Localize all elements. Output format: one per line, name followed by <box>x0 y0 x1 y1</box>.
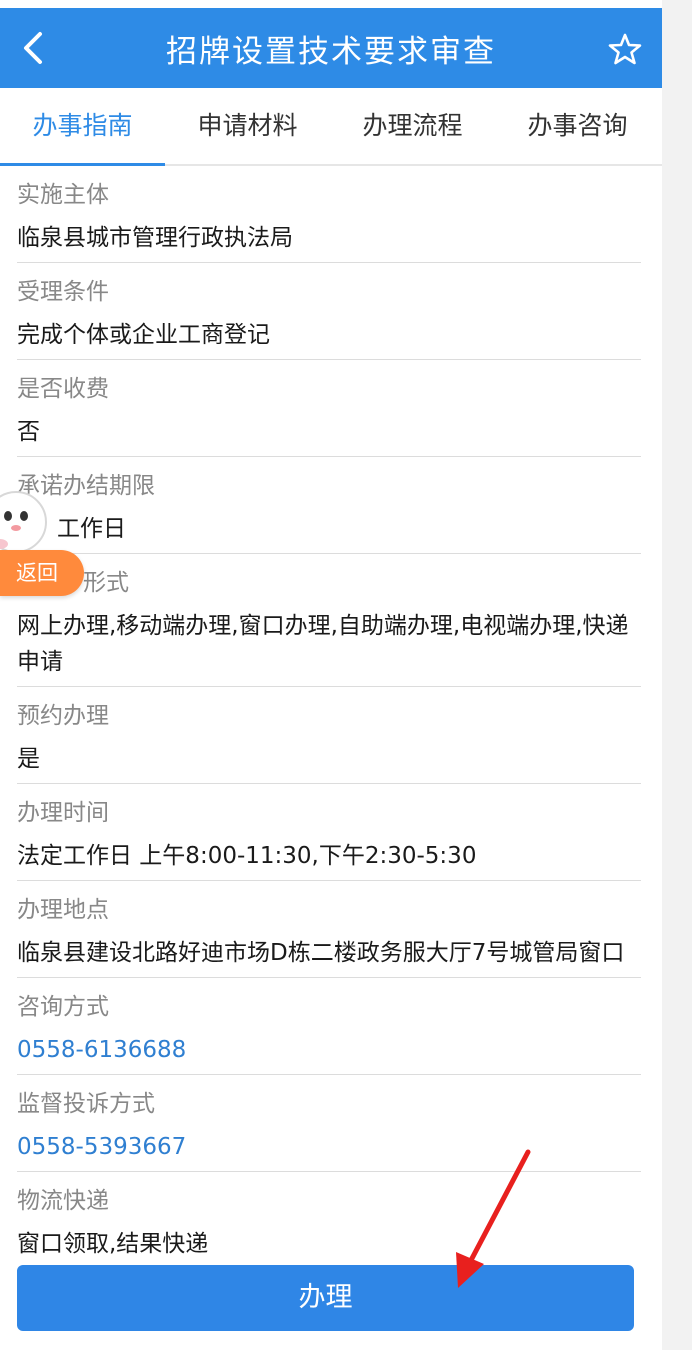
tab-materials[interactable]: 申请材料 <box>165 88 330 164</box>
tab-process[interactable]: 办理流程 <box>330 88 495 164</box>
section-value: 是 <box>17 746 40 772</box>
section-label: 物流快递 <box>17 1188 109 1214</box>
section-value: 窗口领取,结果快递 <box>17 1231 209 1257</box>
mascot-icon[interactable] <box>0 484 56 560</box>
section-value: 法定工作日 上午8:00-11:30,下午2:30-5:30 <box>17 843 477 869</box>
tab-bar: 办事指南 申请材料 办理流程 办事咨询 <box>0 88 662 166</box>
floating-back-button[interactable]: 返回 <box>0 550 84 596</box>
section-value: 网上办理,移动端办理,窗口办理,自助端办理,电视端办理,快递申请 <box>17 613 629 675</box>
section-value: 临泉县城市管理行政执法局 <box>17 225 293 251</box>
consult-phone-link[interactable]: 0558-6136688 <box>17 1032 641 1068</box>
section-value: 否 <box>17 419 40 445</box>
section-label: 咨询方式 <box>17 994 109 1020</box>
bottom-action-bar: 办理 <box>0 1258 662 1350</box>
section-value: 工作日 <box>57 516 126 542</box>
section-delivery: 物流快递 窗口领取,结果快递 <box>17 1172 641 1268</box>
section-label: 形式 <box>83 570 129 596</box>
complaint-phone-link[interactable]: 0558-5393667 <box>17 1129 641 1165</box>
section-label: 承诺办结期限 <box>17 473 155 499</box>
section-label: 办理时间 <box>17 800 109 826</box>
tab-consult[interactable]: 办事咨询 <box>495 88 660 164</box>
guide-content: 实施主体 临泉县城市管理行政执法局 受理条件 完成个体或企业工商登记 是否收费 … <box>17 166 641 1268</box>
tab-guide[interactable]: 办事指南 <box>0 88 165 166</box>
section-consult-phone: 咨询方式 0558-6136688 <box>17 978 641 1075</box>
app-screen: 招牌设置技术要求审查 办事指南 申请材料 办理流程 办事咨询 实施主体 临泉县城… <box>0 8 662 1350</box>
handle-button[interactable]: 办理 <box>17 1265 634 1331</box>
section-value: 完成个体或企业工商登记 <box>17 322 270 348</box>
section-complaint-phone: 监督投诉方式 0558-5393667 <box>17 1075 641 1172</box>
section-hours: 办理时间 法定工作日 上午8:00-11:30,下午2:30-5:30 <box>17 784 641 881</box>
section-label: 是否收费 <box>17 376 109 402</box>
section-implementing-body: 实施主体 临泉县城市管理行政执法局 <box>17 166 641 263</box>
section-value: 临泉县建设北路好迪市场D栋二楼政务服大厅7号城管局窗口 <box>17 940 625 966</box>
app-header: 招牌设置技术要求审查 <box>0 8 662 88</box>
section-method: 形式 网上办理,移动端办理,窗口办理,自助端办理,电视端办理,快递申请 <box>17 554 641 687</box>
section-appointment: 预约办理 是 <box>17 687 641 784</box>
section-acceptance-conditions: 受理条件 完成个体或企业工商登记 <box>17 263 641 360</box>
page-title: 招牌设置技术要求审查 <box>166 34 496 70</box>
section-label: 预约办理 <box>17 703 109 729</box>
star-outline-icon[interactable] <box>608 32 642 66</box>
section-label: 办理地点 <box>17 897 109 923</box>
section-label: 受理条件 <box>17 279 109 305</box>
section-label: 监督投诉方式 <box>17 1091 155 1117</box>
background-strip <box>662 0 692 1350</box>
section-deadline: 承诺办结期限 工作日 <box>17 457 641 554</box>
section-label: 实施主体 <box>17 182 109 208</box>
section-fee: 是否收费 否 <box>17 360 641 457</box>
section-location: 办理地点 临泉县建设北路好迪市场D栋二楼政务服大厅7号城管局窗口 <box>17 881 641 978</box>
